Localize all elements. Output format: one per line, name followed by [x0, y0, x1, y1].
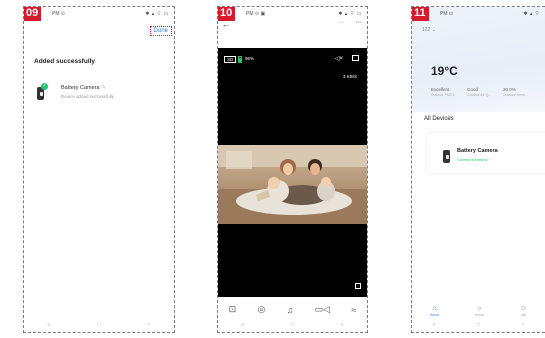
- weather-pm25: Excellent Outdoor PM2.5: [431, 87, 455, 97]
- menu-nav-icon[interactable]: ≡: [48, 322, 51, 328]
- system-nav-bar: ≡ □ <: [24, 318, 174, 332]
- step-badge: 10: [218, 7, 236, 21]
- back-arrow-icon[interactable]: ←: [222, 20, 230, 29]
- device-card[interactable]: Battery Camera Connect functions ›: [427, 133, 545, 173]
- status-icons: ✱ ▴ ⌔: [523, 11, 540, 17]
- screenshot-icon[interactable]: ⊡: [229, 304, 237, 315]
- microphone-icon[interactable]: ♫: [287, 305, 294, 315]
- weather-value: Good: [467, 87, 479, 92]
- tab-label: Home: [429, 313, 440, 317]
- resolution-icon[interactable]: [352, 55, 359, 61]
- more-controls-icon[interactable]: ≈: [351, 305, 356, 315]
- step-badge: 09: [24, 7, 42, 21]
- live-video[interactable]: SD 96% ◁× 3 KB/S 0000-00-00 00:00:00: [218, 48, 367, 297]
- battery-percent: 96%: [245, 56, 255, 61]
- system-nav-bar: ≡ □ <: [218, 318, 367, 332]
- system-nav-bar: ≡ □ <: [412, 318, 545, 332]
- sd-card-icon: SD: [224, 56, 237, 63]
- status-icons: ✱ ▴ ⌔ ▭: [145, 11, 169, 17]
- screen-added-successfully: 09 PM ⊙ ✱ ▴ ⌔ ▭ Done Added successfully …: [23, 6, 175, 333]
- section-title: All Devices: [424, 116, 454, 122]
- status-time: PM ⊙: [440, 11, 454, 17]
- device-name: Battery Camera ✎: [61, 85, 106, 91]
- status-bar: PM ⊙ ✱ ▴ ⌔: [412, 7, 545, 19]
- page-title: Added successfully: [34, 58, 96, 65]
- weather-value: 30.0%: [503, 87, 516, 92]
- added-device-row[interactable]: ✓ Battery Camera ✎ Device added successfu…: [34, 81, 164, 103]
- edit-icon[interactable]: ✎: [102, 85, 107, 91]
- weather-label: Outdoor PM2.5: [431, 93, 455, 97]
- camera-feed-image: 0000-00-00 00:00:00: [218, 145, 367, 224]
- device-name: Battery Camera: [457, 148, 498, 154]
- tab-label: Smart: [474, 313, 485, 317]
- weather-air-quality: Good Outdoor Air Q...: [467, 87, 491, 97]
- back-nav-icon[interactable]: <: [521, 322, 524, 328]
- screen-live-view: 10 PM ⊙ ▣ ✱ ▴ ⌔ ▭ ← ··· ··· SD 96% ◁× 3 …: [217, 6, 368, 333]
- status-bar: PM ⊙ ✱ ▴ ⌔ ▭: [24, 7, 174, 19]
- home-nav-icon[interactable]: □: [97, 322, 100, 328]
- home-nav-icon[interactable]: □: [291, 322, 294, 328]
- mute-icon[interactable]: ◁×: [335, 55, 343, 62]
- menu-nav-icon[interactable]: ≡: [433, 322, 436, 328]
- bitrate: 3 KB/S: [342, 74, 357, 79]
- screen-home: 11 PM ⊙ ✱ ▴ ⌔ 122 ⌄ 19°C Excellent Outdo…: [411, 6, 545, 333]
- weather-humidity: 30.0% Outdoor Humi...: [503, 87, 528, 97]
- camera-icon: [440, 148, 452, 166]
- check-icon: ✓: [41, 83, 48, 90]
- weather-value: Excellent: [431, 87, 450, 92]
- back-nav-icon[interactable]: <: [341, 322, 344, 328]
- back-nav-icon[interactable]: <: [148, 322, 151, 328]
- family-photo: [218, 145, 367, 224]
- status-bar: PM ⊙ ▣ ✱ ▴ ⌔ ▭: [218, 7, 367, 19]
- temperature: 19°C: [431, 64, 458, 78]
- status-time: PM ⊙: [52, 11, 66, 17]
- home-nav-icon[interactable]: □: [477, 322, 480, 328]
- smart-icon: ☼: [476, 305, 483, 312]
- camera-icon: ✓: [34, 83, 48, 103]
- menu-nav-icon[interactable]: ≡: [241, 322, 244, 328]
- weather-label: Outdoor Air Q...: [467, 93, 492, 97]
- home-selector[interactable]: 122 ⌄: [422, 27, 436, 33]
- tab-label: Me: [521, 313, 526, 317]
- top-nav: ← ··· ···: [218, 19, 367, 33]
- status-time: PM ⊙ ▣: [246, 11, 266, 17]
- fullscreen-icon[interactable]: [355, 283, 361, 289]
- battery-icon: [238, 56, 242, 63]
- settings-more-icon[interactable]: ···: [355, 19, 362, 26]
- weather-label: Outdoor Humi...: [503, 93, 528, 97]
- device-name-text: Battery Camera: [61, 85, 100, 91]
- status-icons: ✱ ▴ ⌔ ▭: [338, 11, 362, 17]
- camera-icon[interactable]: ◎: [257, 304, 265, 315]
- step-badge: 11: [412, 7, 429, 21]
- record-icon[interactable]: ▭◁: [315, 304, 330, 315]
- done-button[interactable]: Done: [149, 26, 172, 36]
- profile-icon: ☺: [519, 305, 528, 312]
- more-icon[interactable]: ···: [338, 19, 345, 26]
- device-status: Device added successfully: [61, 94, 115, 99]
- home-icon: ⌂: [432, 305, 437, 312]
- device-status: Connect functions ›: [457, 158, 490, 162]
